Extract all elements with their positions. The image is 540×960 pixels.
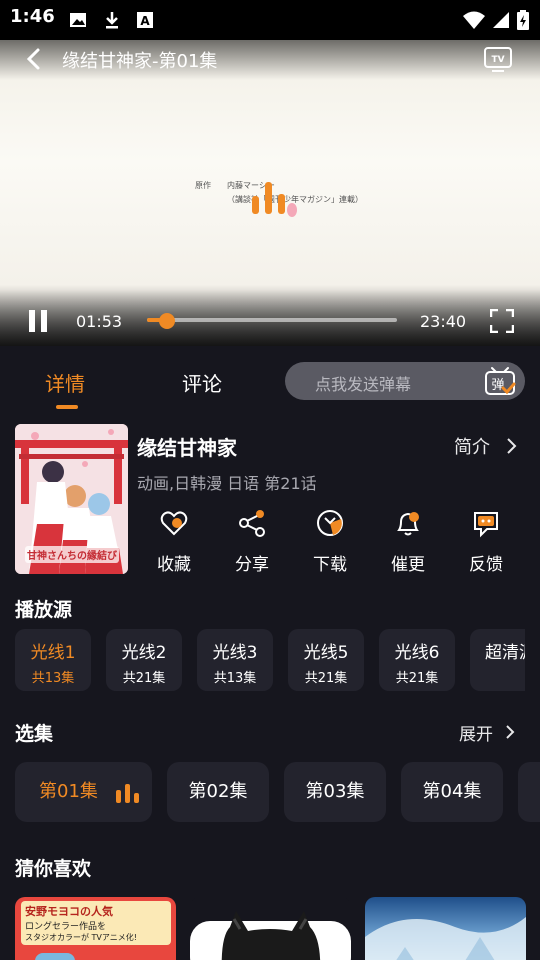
source-count: 共21集 (304, 671, 348, 686)
current-time: 01:53 (76, 312, 123, 331)
source-count: 共13集 (31, 671, 75, 686)
font-icon: A (137, 12, 153, 28)
source-count: 共13集 (213, 671, 257, 686)
bell-icon (397, 512, 419, 536)
episode-item[interactable]: 第03集 (284, 762, 386, 822)
favorite-button[interactable]: 收藏 (144, 508, 204, 575)
signal-icon (493, 12, 509, 28)
chevron-right-icon (507, 438, 517, 454)
recommend-card-banner: 安野モヨコの人気 ロングセラー作品を スタジオカラーが TVアニメ化! (21, 901, 171, 945)
recommend-card[interactable] (190, 897, 351, 960)
danmu-placeholder: 点我发送弹幕 (315, 375, 412, 394)
remind-update-button[interactable]: 催更 (378, 508, 438, 575)
expand-episodes-button[interactable]: 展开 (459, 720, 519, 746)
loading-indicator-icon (252, 182, 297, 217)
episode-item[interactable]: 第02集 (167, 762, 269, 822)
video-title: 缘结甘神家-第01集 (62, 51, 218, 72)
episode-label: 第02集 (188, 781, 248, 802)
video-player[interactable]: 缘结甘神家-第01集 TV 原作 内藤マーシー （講談社「週刊少年マガジン」連載… (0, 40, 540, 346)
episode-label: 第04集 (422, 781, 482, 802)
source-item[interactable]: 超清源 (470, 629, 525, 691)
intro-label: 简介 (454, 437, 490, 458)
download-label: 下载 (313, 555, 347, 575)
tv-cast-icon[interactable]: TV (483, 44, 513, 74)
source-name: 光线5 (303, 643, 349, 663)
image-icon (70, 13, 86, 27)
danmu-badge: 弹 (491, 378, 504, 393)
heart-icon (160, 511, 188, 536)
source-item[interactable]: 光线1 共13集 (15, 629, 91, 691)
source-item[interactable]: 光线2 共21集 (106, 629, 182, 691)
poster-title-text: 甘神さんちの縁結び (25, 546, 119, 563)
share-label: 分享 (235, 555, 269, 575)
expand-label: 展开 (459, 725, 493, 745)
source-name: 光线3 (212, 643, 258, 663)
source-name: 光线1 (30, 643, 76, 663)
tab-active-underline (56, 405, 78, 409)
pause-icon[interactable] (27, 309, 49, 333)
remind-update-label: 催更 (391, 555, 425, 575)
source-clip: 超清源 (470, 629, 525, 691)
status-time: 1:46 (10, 6, 55, 27)
feedback-label: 反馈 (469, 555, 503, 575)
episode-item-partial[interactable] (518, 762, 540, 822)
episode-label: 第03集 (305, 781, 365, 802)
episode-item[interactable]: 第01集 (15, 762, 152, 822)
back-icon[interactable] (22, 47, 46, 71)
tab-details[interactable]: 详情 (45, 368, 85, 397)
danmu-input[interactable]: 点我发送弹幕 弹 (285, 362, 525, 400)
total-time: 23:40 (420, 312, 467, 331)
playing-indicator-icon (116, 784, 139, 803)
card-line-1: 安野モヨコの人気 (25, 905, 113, 918)
episode-label: 第01集 (39, 781, 98, 802)
tab-comments[interactable]: 评论 (182, 368, 222, 397)
progress-track[interactable] (147, 318, 397, 322)
recommend-card[interactable]: 安野モヨコの人気 ロングセラー作品を スタジオカラーが TVアニメ化! (15, 897, 176, 960)
download-button[interactable]: 下载 (300, 508, 360, 575)
feedback-button[interactable]: 反馈 (456, 508, 516, 575)
wifi-icon (463, 11, 485, 29)
source-item[interactable]: 光线3 共13集 (197, 629, 273, 691)
svg-text:A: A (140, 14, 150, 28)
share-icon (239, 510, 265, 537)
anime-title: 缘结甘神家 (137, 436, 237, 460)
episode-item[interactable]: 第04集 (401, 762, 503, 822)
chevron-right-icon (506, 725, 515, 739)
card-line-2: ロングセラー作品を (25, 922, 107, 932)
anime-meta: 动画,日韩漫 日语 第21话 (137, 474, 317, 493)
favorite-label: 收藏 (157, 555, 191, 575)
source-name: 光线6 (394, 643, 440, 663)
card-line-3: スタジオカラーが TVアニメ化! (25, 933, 137, 942)
fullscreen-icon[interactable] (490, 309, 514, 333)
recommend-card-art (190, 911, 351, 960)
source-item[interactable]: 光线5 共21集 (288, 629, 364, 691)
anime-poster[interactable]: 甘神さんちの縁結び (15, 424, 128, 574)
source-name: 光线2 (121, 643, 167, 663)
svg-text:TV: TV (491, 55, 504, 65)
recommend-card-art (365, 917, 526, 960)
intro-button[interactable]: 简介 (454, 433, 529, 459)
source-count: 共21集 (122, 671, 166, 686)
download-icon (317, 510, 343, 536)
status-bar: 1:46 A (0, 0, 540, 40)
source-item[interactable]: 光线6 共21集 (379, 629, 455, 691)
sources-section-title: 播放源 (15, 599, 73, 621)
battery-icon (517, 10, 529, 30)
source-count: 共21集 (395, 671, 439, 686)
progress-thumb[interactable] (159, 313, 175, 329)
danmu-toggle-icon[interactable]: 弹 (483, 365, 517, 397)
source-name: 超清源 (485, 643, 525, 663)
share-button[interactable]: 分享 (222, 508, 282, 575)
download-status-icon (106, 12, 118, 29)
recommend-card[interactable] (365, 897, 526, 960)
episodes-section-title: 选集 (15, 723, 54, 745)
feedback-icon (474, 512, 498, 538)
recommend-section-title: 猜你喜欢 (15, 858, 92, 880)
app: { "status_bar": { "time": "1:46" }, "pla… (0, 0, 540, 960)
